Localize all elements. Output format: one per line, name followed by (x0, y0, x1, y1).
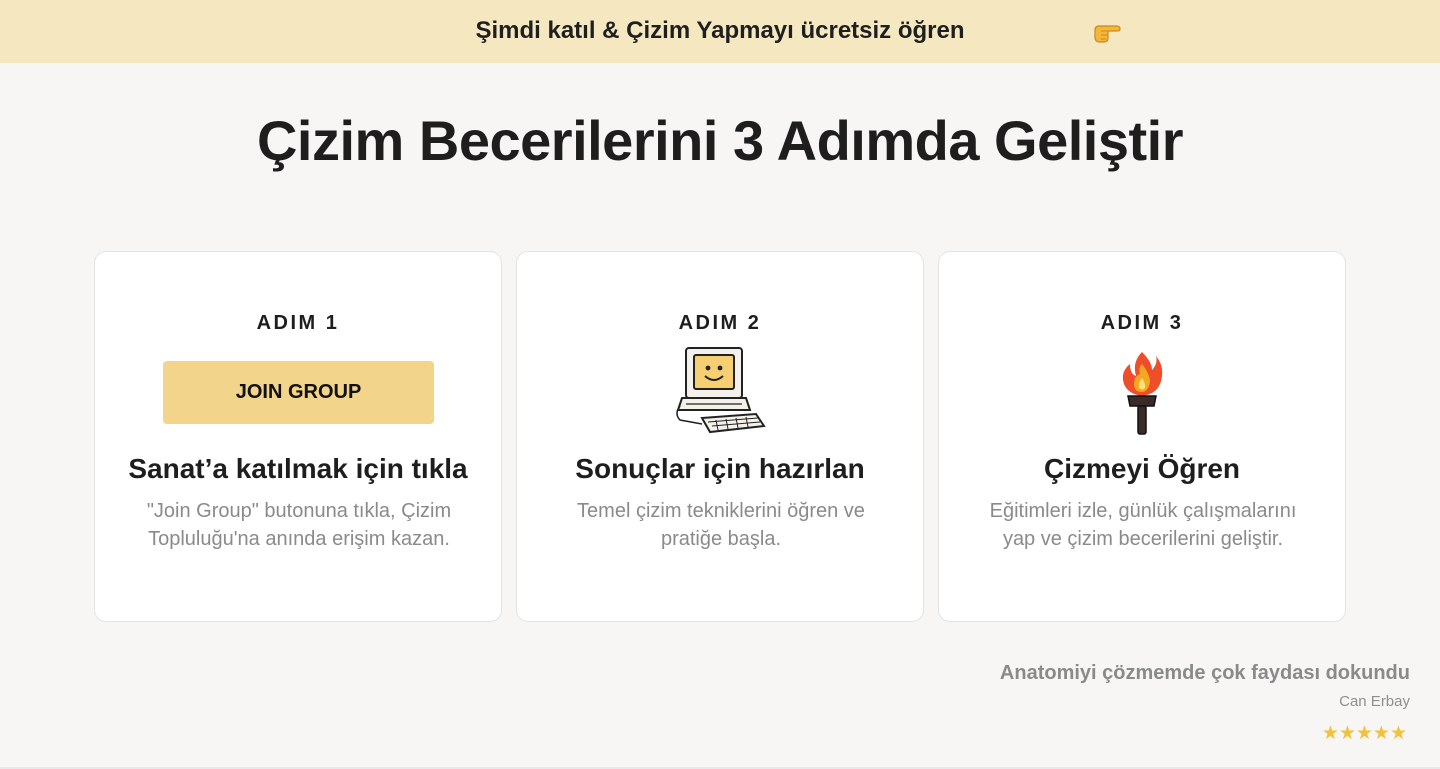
retro-computer-icon (676, 347, 766, 434)
torch-icon (1122, 352, 1163, 435)
step-title: Çizmeyi Öğren (1043, 453, 1241, 484)
step-label: ADIM 2 (678, 312, 762, 334)
step-title: Sonuçlar için hazırlan (575, 453, 865, 484)
step-title: Sanat’a katılmak için tıkla (128, 453, 468, 484)
step-card-3: ADIM 3 Çizmeyi Öğren Eğitimleri izle, gü… (938, 251, 1346, 622)
announcement-banner[interactable]: Şimdi katıl & Çizim Yapmayı ücretsiz öğr… (0, 0, 1440, 63)
testimonial: Anatomiyi çözmemde çok faydası dokundu C… (810, 662, 1410, 710)
join-group-button[interactable]: JOIN GROUP (163, 361, 434, 424)
step-card-1: ADIM 1 JOIN GROUP Sanat’a katılmak için … (94, 251, 502, 622)
step-label: ADIM 3 (1100, 312, 1184, 334)
pointing-hand-icon (1094, 25, 1121, 43)
step-description: Temel çizim tekniklerini öğren ve pratiğ… (577, 500, 865, 550)
step-description: "Join Group" butonuna tıkla, Çizim Toplu… (146, 500, 452, 550)
banner-text[interactable]: Şimdi katıl & Çizim Yapmayı ücretsiz öğr… (0, 17, 1440, 45)
step-label: ADIM 1 (256, 312, 340, 334)
step-description: Eğitimleri izle, günlük çalışmalarını ya… (989, 500, 1297, 550)
star-rating: ★★★★★ (1321, 723, 1407, 744)
testimonial-author: Can Erbay (1339, 693, 1410, 710)
step-card-2: ADIM 2 Sonuçlar için hazırlan Temel çizi… (516, 251, 924, 622)
testimonial-quote: Anatomiyi çözmemde çok faydası dokundu (999, 662, 1410, 684)
page-title: Çizim Becerilerini 3 Adımda Geliştir (256, 109, 1184, 172)
